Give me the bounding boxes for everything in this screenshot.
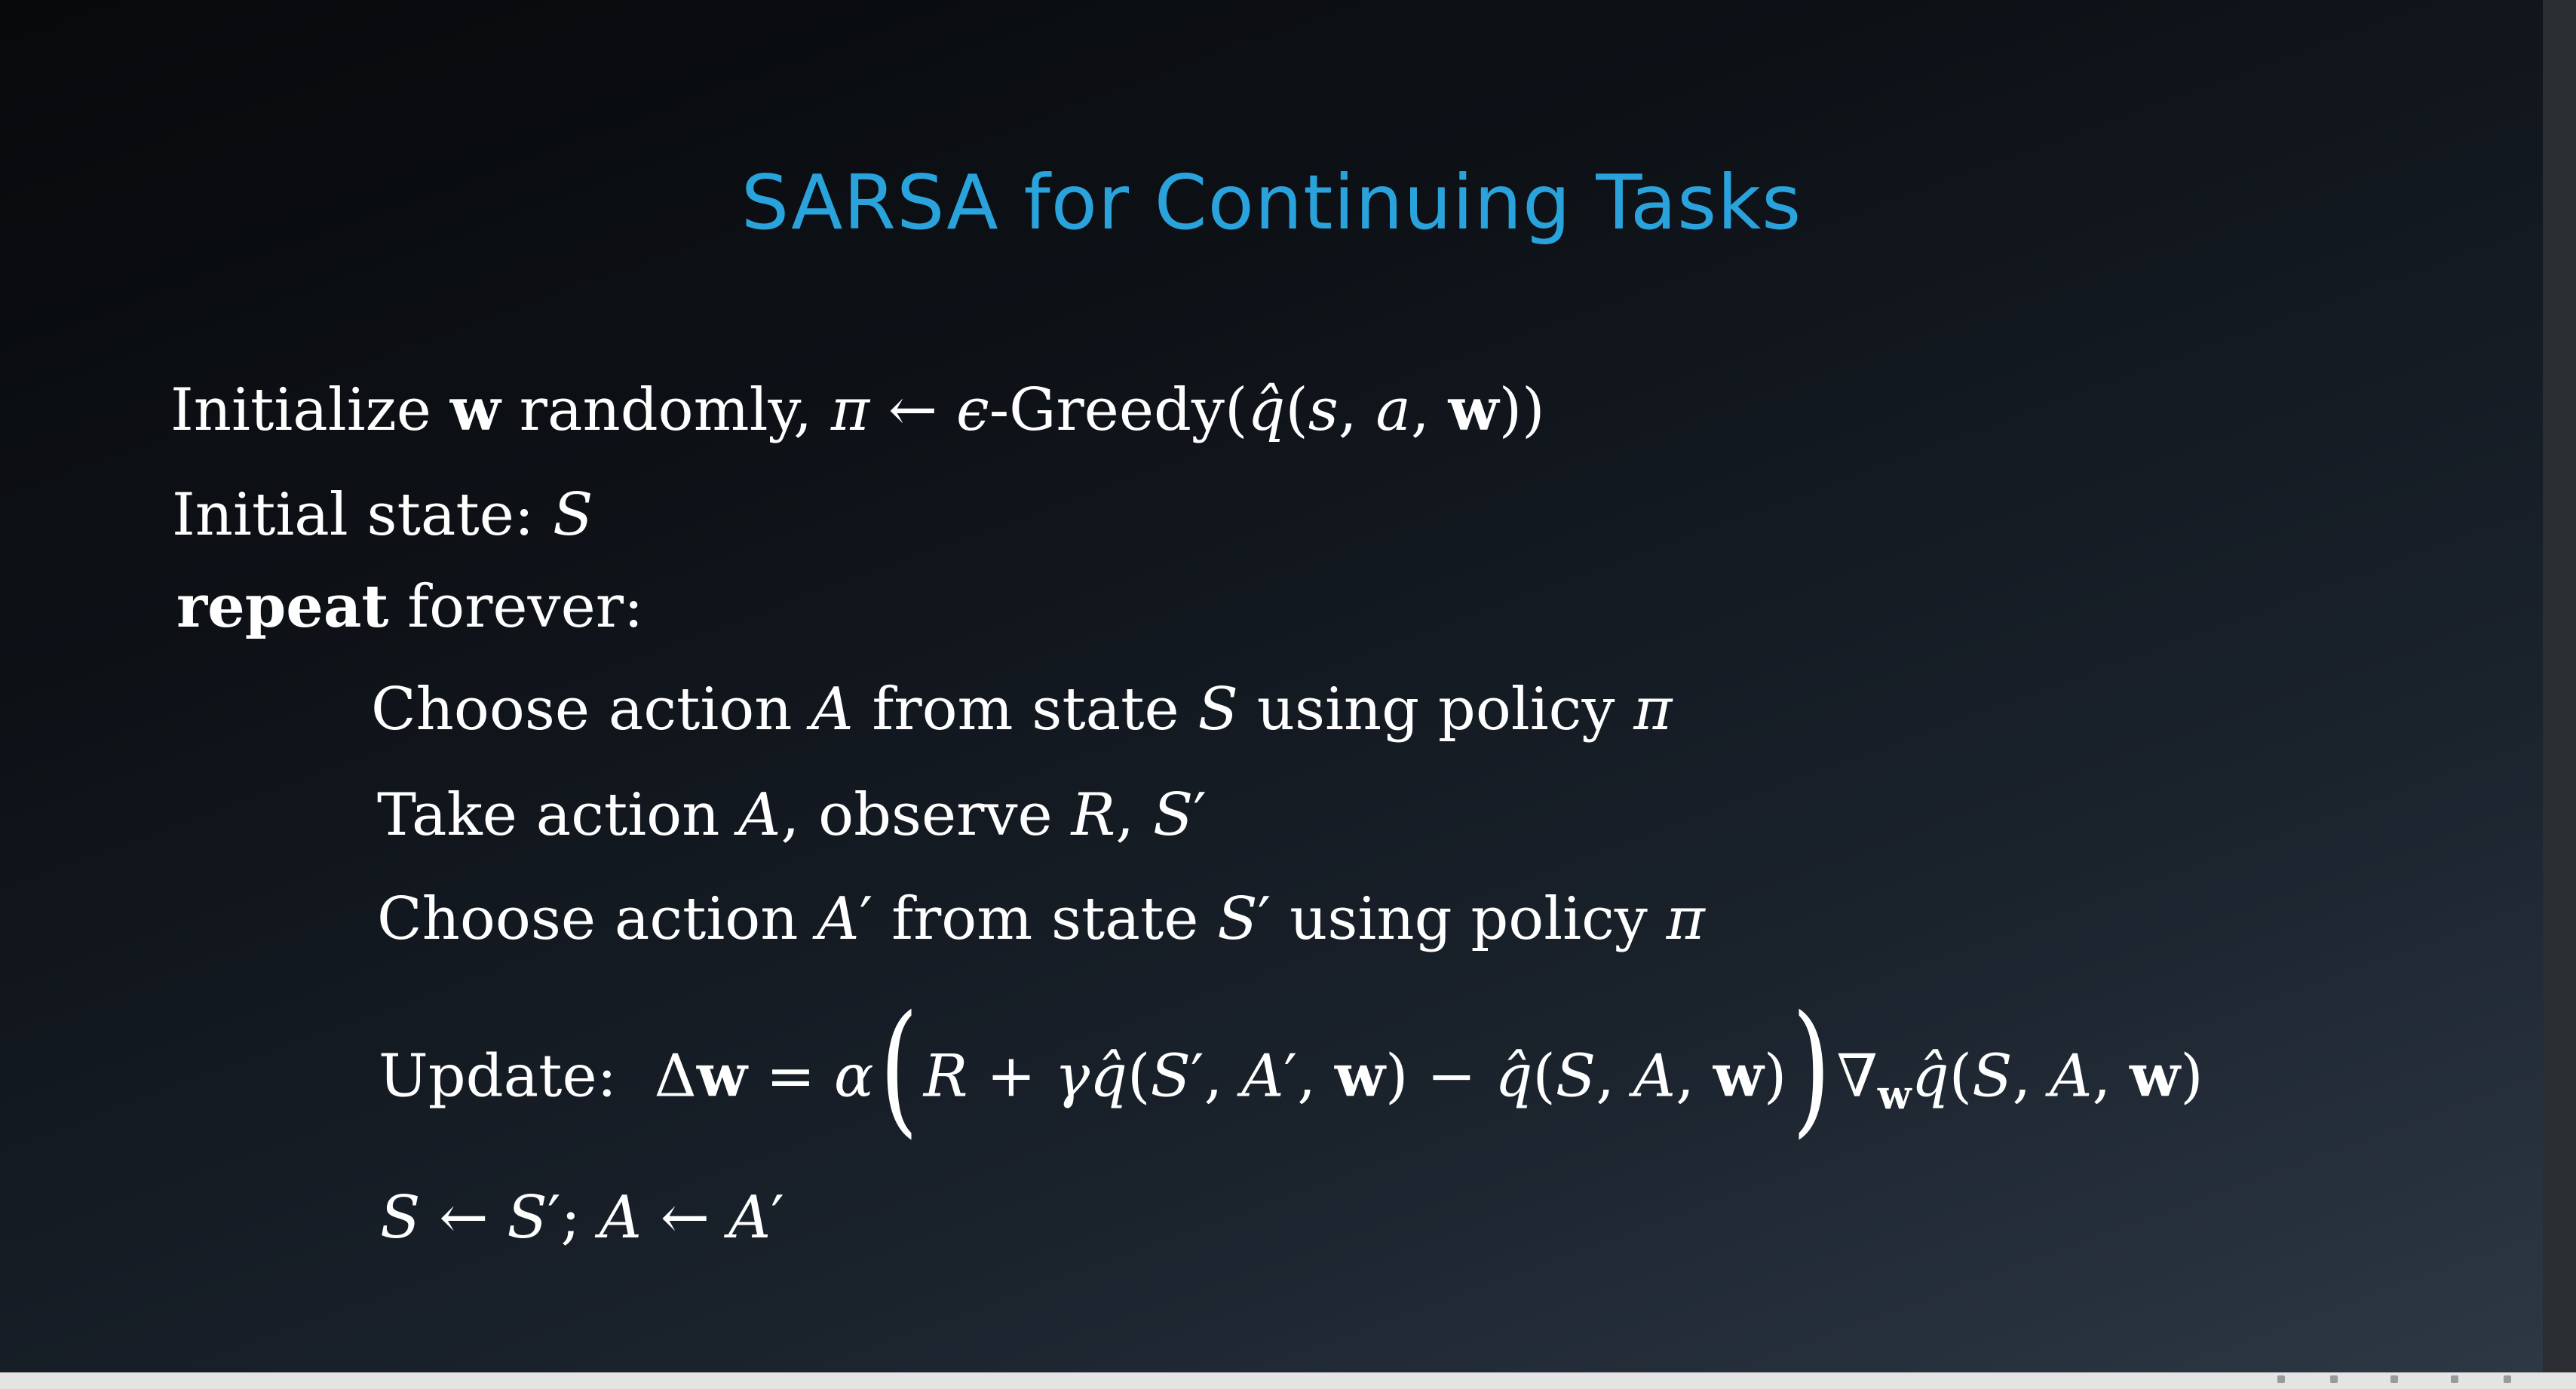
algorithm-line-repeat: repeat forever: [176,572,644,641]
control-icon[interactable] [2277,1375,2285,1383]
algorithm-line-choose-action: Choose action A from state S using polic… [371,676,1673,744]
algorithm-line-assign: S ← S′; A ← A′ [380,1184,784,1252]
algorithm-line-choose-next-action: Choose action A′ from state S′ using pol… [377,885,1705,953]
control-icon[interactable] [2451,1375,2458,1383]
slide: SARSA for Continuing Tasks Initialize w … [0,0,2543,1372]
player-control-bar[interactable] [0,1372,2576,1389]
slide-title: SARSA for Continuing Tasks [741,158,1802,247]
window-edge [2543,0,2576,1389]
control-icon[interactable] [2504,1375,2511,1383]
algorithm-line-update: Update: Δw = α(R + γq̂(S′, A′, w) − q̂(S… [379,985,2203,1151]
control-icon[interactable] [2390,1375,2398,1383]
algorithm-line-initial-state: Initial state: S [172,481,593,549]
algorithm-line-initialize: Initialize w randomly, π ← ϵ-Greedy(q̂(s… [170,376,1545,444]
control-icon[interactable] [2330,1375,2338,1383]
algorithm-line-take-action: Take action A, observe R, S′ [377,781,1207,849]
